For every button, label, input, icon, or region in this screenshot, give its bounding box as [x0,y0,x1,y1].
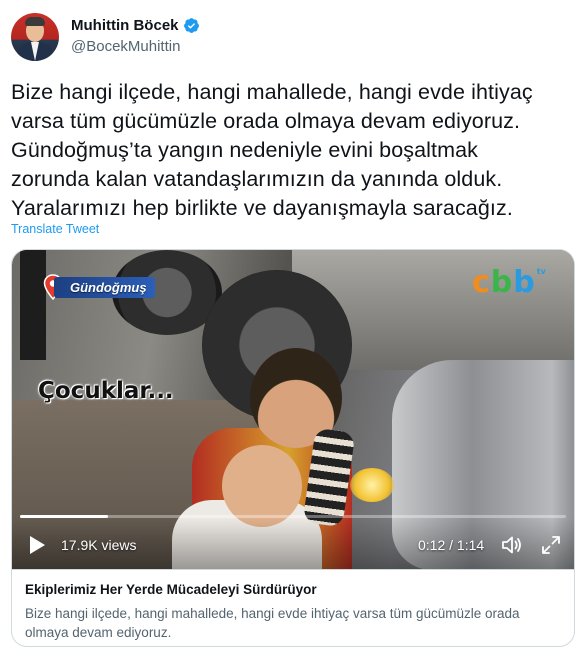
location-label: Gündoğmuş [54,276,155,298]
fullscreen-icon[interactable] [540,534,562,556]
card-description: Bize hangi ilçede, hangi mahallede, hang… [25,606,520,640]
logo-letter: b [513,265,535,300]
translate-tweet-link[interactable]: Translate Tweet [11,222,99,236]
tweet-text-line: varsa tüm gücümüzle orada olmaya devam e… [11,109,521,133]
logo-letter: c [472,265,490,300]
card-title: Ekiplerimiz Her Yerde Mücadeleyi Sürdürü… [25,582,317,597]
location-badge: Gündoğmuş [42,274,155,300]
video-scene-person-legs [20,250,46,360]
video-caption-overlay: Çocuklar... [38,378,174,404]
tweet-text-line: Yaralarımızı hep birlikte ve dayanışmayl… [11,196,513,220]
play-icon[interactable] [26,534,48,556]
tweet-text-line: Bize hangi ilçede, hangi mahallede, hang… [11,80,533,104]
tweet-text-line: Gündoğmuş’ta yangın nedeniyle evini boşa… [11,138,479,162]
video-controls: 17.9K views 0:12 / 1:14 [12,518,574,569]
author-name-row: Muhittin Böcek [71,17,200,34]
logo-letter: b [490,265,513,300]
volume-icon[interactable] [500,533,524,557]
video-time: 0:12 / 1:14 [418,537,485,553]
author-name[interactable]: Muhittin Böcek [71,17,179,34]
verified-badge-icon [183,18,199,33]
tweet-text-line: zorunda kalan vatandaşlarımızın da yanın… [11,167,503,191]
video-player[interactable]: Gündoğmuş c b b tv Çocuklar... 17.9K vie… [12,250,574,569]
author-handle[interactable]: @BocekMuhittin [71,38,180,55]
video-card[interactable]: Gündoğmuş c b b tv Çocuklar... 17.9K vie… [11,249,575,647]
card-info[interactable]: Ekiplerimiz Her Yerde Mücadeleyi Sürdürü… [12,569,574,646]
tweet-text: Bize hangi ilçede, hangi mahallede, hang… [11,78,576,223]
logo-tv-mark: tv [536,267,546,276]
author-avatar[interactable] [11,13,59,61]
abb-tv-logo: c b b tv [472,268,546,298]
view-count: 17.9K views [61,537,137,553]
video-scene-sparkle [350,468,394,502]
avatar-hair [25,17,45,26]
